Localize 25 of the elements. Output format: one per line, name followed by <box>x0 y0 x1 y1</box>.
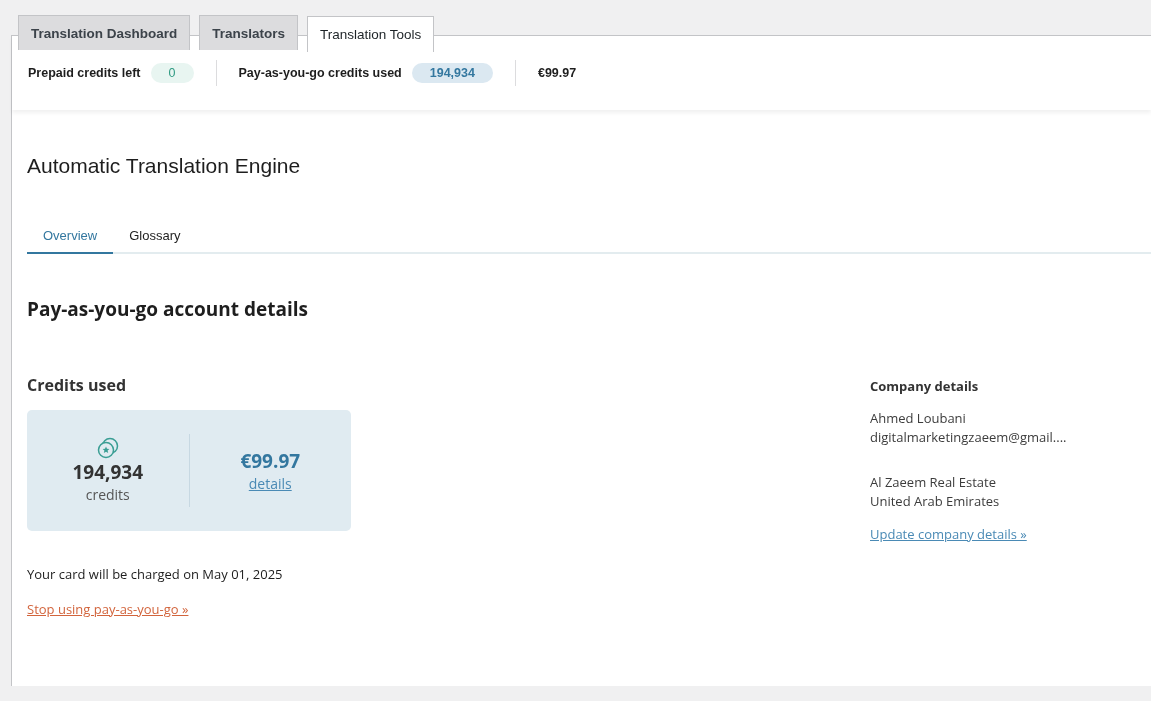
section-tab[interactable]: Overview <box>27 222 114 254</box>
charge-note: Your card will be charged on May 01, 2025 <box>27 565 284 583</box>
coins-icon <box>96 437 119 459</box>
nav-tab[interactable]: Translation Tools <box>307 16 435 52</box>
nav-tab[interactable]: Translation Dashboard <box>18 15 191 50</box>
stop-link[interactable]: Stop using pay-as-you-go » <box>27 600 189 618</box>
section-title: Pay-as-you-go account details <box>27 296 308 322</box>
company-line: digitalmarketingzaeem@gmail.... <box>870 428 1067 447</box>
update-company-link[interactable]: Update company details » <box>870 525 1027 543</box>
stat-badge: 0 <box>150 63 194 83</box>
page-title: Automatic Translation Engine <box>27 154 301 178</box>
credits-unit: credits <box>85 485 130 504</box>
credits-cost: €99.97 <box>240 448 301 474</box>
stat-value: €99.97 <box>537 66 577 80</box>
company-line: United Arab Emirates <box>870 492 1001 511</box>
credits-amount: 194,934 <box>72 459 144 485</box>
section-tab[interactable]: Glossary <box>113 222 197 254</box>
nav-tab[interactable]: Translators <box>199 15 299 50</box>
company-line: Ahmed Loubani <box>870 409 967 428</box>
stat-badge: 194,934 <box>411 63 493 83</box>
stat-label: Prepaid credits left <box>28 66 141 80</box>
company-line: Al Zaeem Real Estate <box>870 473 997 492</box>
credits-heading: Credits used <box>27 374 127 396</box>
stat-label: Pay-as-you-go credits used <box>238 66 402 80</box>
company-heading: Company details <box>870 377 979 395</box>
